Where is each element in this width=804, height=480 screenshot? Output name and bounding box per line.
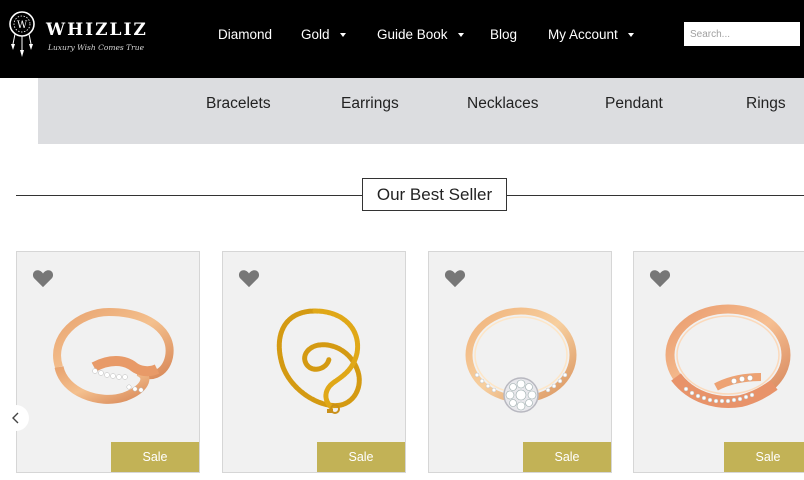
brand-logo[interactable]: W WHIZLIZ Luxury Wish Comes True	[6, 10, 146, 60]
product-image[interactable]	[39, 297, 179, 427]
caret-down-icon	[457, 32, 464, 37]
category-bracelets[interactable]: Bracelets	[206, 95, 271, 113]
nav-item-guide-book[interactable]: Guide Book	[377, 27, 464, 42]
nav-label: Blog	[490, 27, 518, 42]
category-bar	[38, 78, 804, 144]
chevron-left-icon	[12, 412, 19, 424]
category-rings[interactable]: Rings	[746, 95, 786, 113]
nav-item-blog[interactable]: Blog	[490, 27, 517, 42]
nav-label: Guide Book	[377, 27, 448, 42]
caret-down-icon	[627, 32, 634, 37]
product-card[interactable]: Sale	[16, 251, 200, 473]
dreamcatcher-logo-icon: W	[9, 11, 35, 57]
caret-down-icon	[339, 32, 346, 37]
product-card[interactable]: Sale	[428, 251, 612, 473]
nav-label: Gold	[301, 27, 330, 42]
nav-item-diamond[interactable]: Diamond	[218, 27, 272, 42]
search-input[interactable]	[684, 22, 800, 46]
sale-badge: Sale	[111, 442, 199, 472]
brand-tagline: Luxury Wish Comes True	[48, 43, 145, 52]
section-title: Our Best Seller	[362, 178, 507, 211]
site-header: W WHIZLIZ Luxury Wish Comes True Diamond…	[0, 0, 804, 78]
product-image[interactable]	[245, 297, 385, 427]
sale-badge: Sale	[523, 442, 611, 472]
product-card[interactable]: Sale	[222, 251, 406, 473]
category-pendant[interactable]: Pendant	[605, 95, 663, 113]
nav-label: My Account	[548, 27, 618, 42]
sale-badge: Sale	[724, 442, 804, 472]
category-necklaces[interactable]: Necklaces	[467, 95, 539, 113]
heart-icon[interactable]	[238, 268, 260, 288]
svg-text:W: W	[17, 20, 28, 31]
nav-item-gold[interactable]: Gold	[301, 27, 346, 42]
carousel-prev-button[interactable]	[3, 405, 29, 431]
heart-icon[interactable]	[444, 268, 466, 288]
sale-badge: Sale	[317, 442, 405, 472]
heart-icon[interactable]	[32, 268, 54, 288]
nav-label: Diamond	[218, 27, 273, 42]
nav-item-my-account[interactable]: My Account	[548, 27, 634, 42]
brand-name: WHIZLIZ	[46, 20, 148, 40]
category-earrings[interactable]: Earrings	[341, 95, 399, 113]
product-card[interactable]: Sale	[633, 251, 804, 473]
product-image[interactable]	[451, 297, 591, 427]
product-image[interactable]	[656, 297, 796, 427]
heart-icon[interactable]	[649, 268, 671, 288]
